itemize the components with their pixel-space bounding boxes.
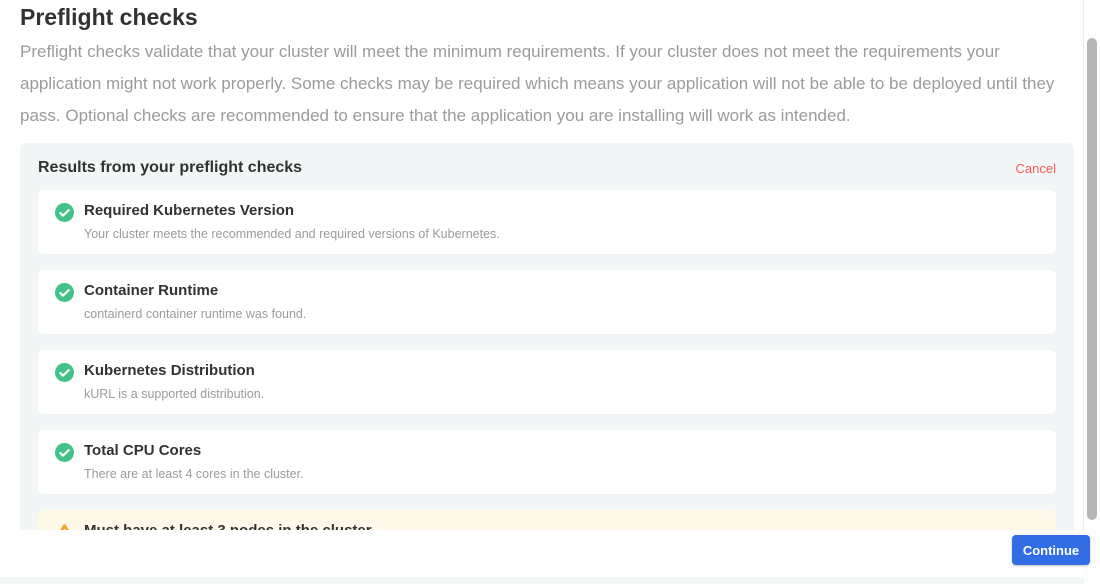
preflight-page: Preflight checks Preflight checks valida… (0, 0, 1100, 584)
preflight-check-row: Total CPU Cores There are at least 4 cor… (38, 430, 1056, 494)
check-circle-icon (55, 363, 74, 382)
preflight-check-row: Kubernetes Distribution kURL is a suppor… (38, 350, 1056, 414)
footer-bar (0, 530, 1084, 577)
preflight-results-panel: Results from your preflight checks Cance… (20, 143, 1074, 584)
check-circle-icon (55, 443, 74, 462)
check-circle-icon (55, 283, 74, 302)
results-heading: Results from your preflight checks (38, 159, 302, 177)
scrollbar-thumb[interactable] (1087, 38, 1097, 520)
check-message: kURL is a supported distribution. (84, 387, 264, 401)
page-title: Preflight checks (20, 4, 198, 31)
preflight-check-row: Required Kubernetes Version Your cluster… (38, 190, 1056, 254)
check-message: Your cluster meets the recommended and r… (84, 227, 500, 241)
scrollbar-track[interactable] (1083, 0, 1100, 584)
bottom-strip (0, 577, 1084, 584)
cancel-link[interactable]: Cancel (1016, 161, 1056, 176)
preflight-check-row: Container Runtime containerd container r… (38, 270, 1056, 334)
check-text: Required Kubernetes Version Your cluster… (84, 202, 500, 241)
check-title: Total CPU Cores (84, 442, 304, 460)
continue-button[interactable]: Continue (1012, 535, 1090, 565)
check-text: Total CPU Cores There are at least 4 cor… (84, 442, 304, 481)
check-title: Container Runtime (84, 282, 306, 300)
check-title: Required Kubernetes Version (84, 202, 500, 220)
check-text: Kubernetes Distribution kURL is a suppor… (84, 362, 264, 401)
check-title: Kubernetes Distribution (84, 362, 264, 380)
check-list: Required Kubernetes Version Your cluster… (38, 190, 1056, 574)
check-message: There are at least 4 cores in the cluste… (84, 467, 304, 481)
page-description: Preflight checks validate that your clus… (20, 36, 1065, 132)
check-circle-icon (55, 203, 74, 222)
panel-header: Results from your preflight checks Cance… (38, 159, 1056, 177)
check-text: Container Runtime containerd container r… (84, 282, 306, 321)
check-message: containerd container runtime was found. (84, 307, 306, 321)
